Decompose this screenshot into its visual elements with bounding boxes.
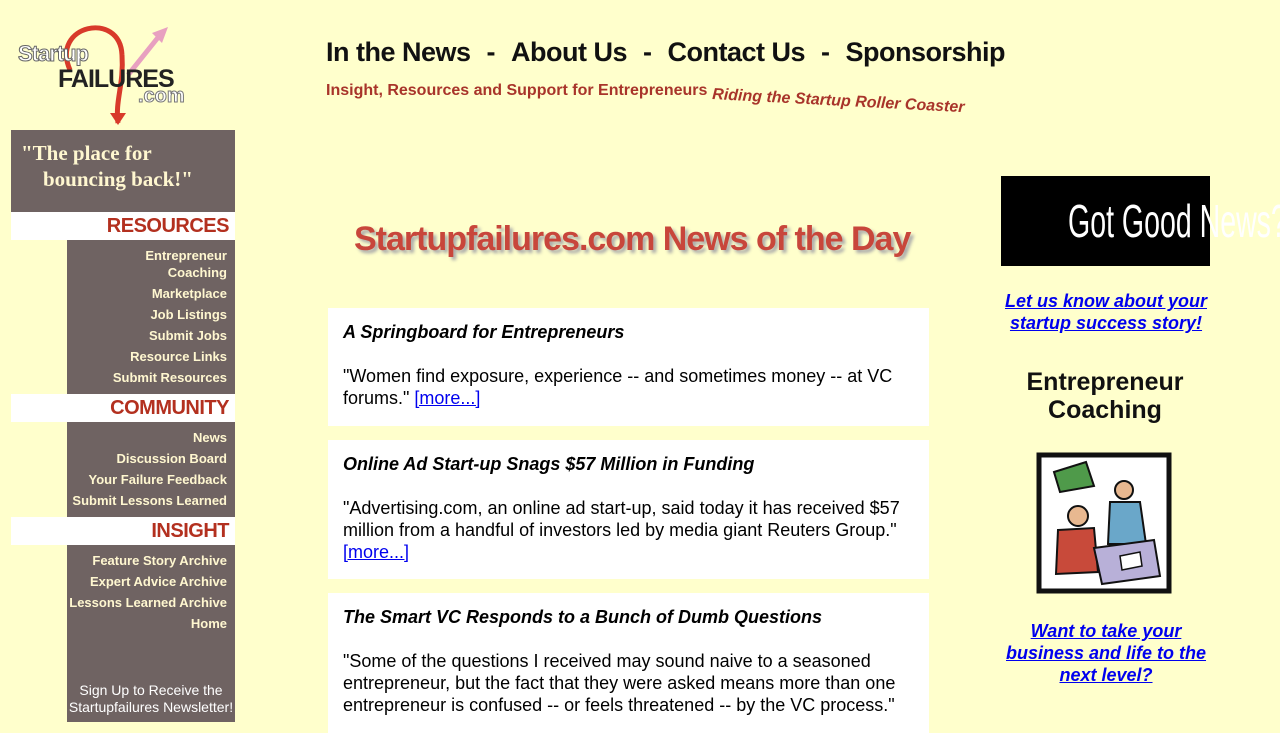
insight-heading: INSIGHT — [11, 517, 235, 545]
nav-sponsorship[interactable]: Sponsorship — [846, 37, 1006, 68]
site-tagline: Insight, Resources and Support for Entre… — [326, 82, 965, 116]
logo-word-startup: Startup — [18, 41, 90, 67]
next-level-link-line3[interactable]: next level? — [1059, 665, 1152, 685]
article-headline: A Springboard for Entrepreneurs — [343, 322, 625, 342]
news-of-the-day-title: Startupfailures.com News of the Day — [354, 220, 911, 258]
nav-in-the-news[interactable]: In the News — [326, 37, 471, 68]
insight-links: Feature Story Archive Expert Advice Arch… — [67, 545, 235, 666]
next-level-link-line1[interactable]: Want to take your — [1031, 621, 1182, 641]
signup-line-2: Startupfailures Newsletter! — [68, 699, 234, 715]
sidebar-slogan: "The place for bouncing back!" — [11, 130, 235, 212]
article-headline: Online Ad Start-up Snags $57 Million in … — [343, 454, 755, 474]
next-level-link-line2[interactable]: business and life to the — [1006, 643, 1206, 663]
sidebar-link-entrepreneur[interactable]: Entrepreneur — [67, 247, 227, 264]
success-story-link-line1[interactable]: Let us know about your — [1005, 291, 1207, 311]
resources-links: Entrepreneur Coaching Marketplace Job Li… — [67, 240, 235, 394]
nav-contact-us[interactable]: Contact Us — [668, 37, 806, 68]
coaching-title-line1: Entrepreneur — [1026, 368, 1184, 396]
article-summary: "Advertising.com, an online ad start-up,… — [343, 498, 900, 562]
site-logo[interactable]: Startup FAILURES .com — [10, 15, 210, 125]
next-level-link[interactable]: Want to take your business and life to t… — [1000, 620, 1212, 686]
community-links: News Discussion Board Your Failure Feedb… — [67, 422, 235, 517]
slogan-line-2: bouncing back!" — [43, 167, 193, 191]
logo-word-com: .com — [138, 85, 186, 108]
success-story-link[interactable]: Let us know about your startup success s… — [1001, 290, 1211, 334]
news-article-card: A Springboard for Entrepreneurs "Women f… — [328, 308, 929, 426]
slogan-line-1: "The place for — [21, 141, 152, 165]
sidebar-link-discussion-board[interactable]: Discussion Board — [67, 450, 227, 467]
article-more-link[interactable]: [more...] — [343, 542, 409, 562]
tagline-roller-coaster: Riding the Startup Roller Coaster — [711, 86, 965, 117]
sidebar-link-submit-lessons[interactable]: Submit Lessons Learned — [67, 492, 227, 509]
article-summary: "Some of the questions I received may so… — [343, 651, 896, 715]
sidebar-link-home[interactable]: Home — [67, 615, 227, 632]
newsletter-signup-link[interactable]: Sign Up to Receive the Startupfailures N… — [67, 666, 235, 722]
signup-line-1: Sign Up to Receive the — [79, 682, 223, 698]
article-summary: "Women find exposure, experience -- and … — [343, 366, 893, 408]
sidebar-link-lessons-archive[interactable]: Lessons Learned Archive — [67, 594, 227, 611]
success-story-link-line2[interactable]: startup success story! — [1010, 313, 1202, 333]
nav-about-us[interactable]: About Us — [511, 37, 627, 68]
sidebar-link-submit-jobs[interactable]: Submit Jobs — [67, 327, 227, 344]
top-navigation: In the News - About Us - Contact Us - Sp… — [326, 32, 1006, 72]
tagline-main: Insight, Resources and Support for Entre… — [326, 82, 708, 99]
sidebar-link-expert-archive[interactable]: Expert Advice Archive — [67, 573, 227, 590]
sidebar-link-failure-feedback[interactable]: Your Failure Feedback — [67, 471, 227, 488]
left-sidebar: "The place for bouncing back!" RESOURCES… — [11, 130, 235, 722]
resources-heading: RESOURCES — [11, 212, 235, 240]
coaching-title-line2: Coaching — [1048, 396, 1162, 424]
article-more-link[interactable]: [more...] — [414, 388, 480, 408]
nav-separator: - — [821, 36, 830, 67]
sidebar-link-job-listings[interactable]: Job Listings — [67, 306, 227, 323]
article-headline: The Smart VC Responds to a Bunch of Dumb… — [343, 607, 823, 627]
coaching-clipart-image[interactable] — [1036, 452, 1172, 594]
sidebar-link-coaching[interactable]: Coaching — [67, 264, 227, 281]
sidebar-link-feature-archive[interactable]: Feature Story Archive — [67, 552, 227, 569]
nav-separator: - — [643, 36, 652, 67]
entrepreneur-coaching-title[interactable]: Entrepreneur Coaching — [1002, 368, 1208, 424]
sidebar-link-submit-resources[interactable]: Submit Resources — [67, 369, 227, 386]
news-article-card: Online Ad Start-up Snags $57 Million in … — [328, 440, 929, 579]
community-heading: COMMUNITY — [11, 394, 235, 422]
nav-separator: - — [486, 36, 496, 67]
got-good-news-banner[interactable]: Got Good News? — [1001, 176, 1280, 266]
news-article-card: The Smart VC Responds to a Bunch of Dumb… — [328, 593, 929, 733]
sidebar-link-news[interactable]: News — [67, 429, 227, 446]
sidebar-link-marketplace[interactable]: Marketplace — [67, 285, 227, 302]
sidebar-link-resource-links[interactable]: Resource Links — [67, 348, 227, 365]
